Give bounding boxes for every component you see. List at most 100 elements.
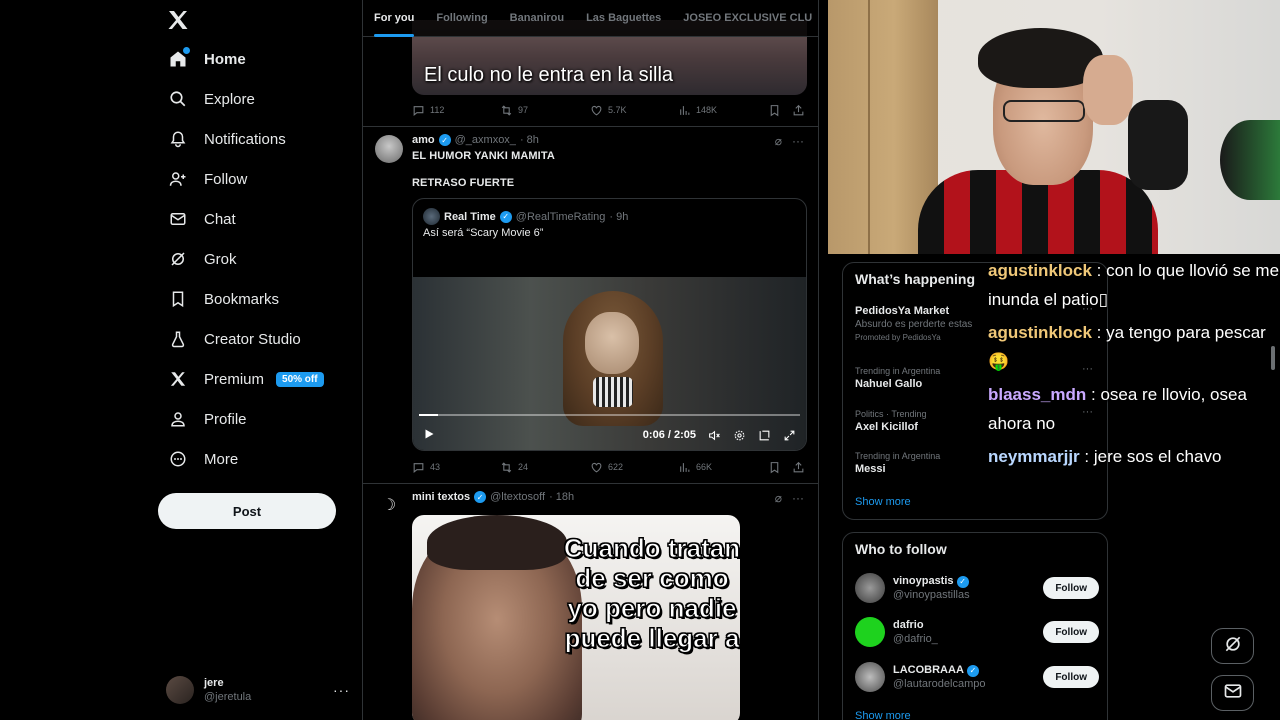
nav-profile[interactable]: Profile	[160, 399, 255, 439]
nav-home[interactable]: Home	[160, 39, 254, 79]
post-button[interactable]: Post	[158, 493, 336, 529]
repost-button[interactable]: 24	[500, 461, 590, 474]
nav-follow[interactable]: Follow	[160, 159, 255, 199]
share-button[interactable]	[792, 104, 805, 117]
chat-username: agustinklock	[988, 261, 1092, 280]
more-dots-icon[interactable]: ···	[792, 491, 804, 505]
post-image[interactable]: Cuando tratan de ser como yo pero nadie …	[412, 515, 740, 720]
quote-author: Real Time ✓ @RealTimeRating · 9h	[444, 210, 628, 223]
picture-in-picture-icon[interactable]	[757, 428, 771, 442]
like-count: 5.7K	[608, 105, 627, 115]
post-tools: ⌀ ···	[775, 134, 804, 148]
grok-icon[interactable]: ⌀	[775, 134, 782, 148]
settings-icon[interactable]	[732, 428, 746, 442]
nav-label: More	[204, 450, 239, 468]
follow-suggestion[interactable]: LACOBRAAA ✓ @lautarodelcampo Follow	[855, 661, 1099, 693]
nav-label: Grok	[204, 250, 237, 268]
main-feed: El culo no le entra en la silla 112 97 5…	[362, 0, 819, 720]
nav-notifications[interactable]: Notifications	[160, 119, 294, 159]
x-logo-icon[interactable]	[166, 8, 190, 32]
bookmark-icon	[770, 104, 779, 116]
tab-for-you[interactable]: For you	[363, 0, 425, 37]
video-progress-bar[interactable]	[419, 414, 800, 416]
post-text: EL HUMOR YANKI MAMITA	[412, 150, 555, 162]
author-handle[interactable]: @ltextosoff	[490, 491, 545, 503]
avatar	[855, 573, 885, 603]
post-text: RETRASO FUERTE	[412, 177, 515, 189]
video-frame-face	[585, 312, 639, 374]
follow-button[interactable]: Follow	[1043, 621, 1099, 643]
reply-icon	[413, 105, 424, 116]
nav-chat[interactable]: Chat	[160, 199, 244, 239]
repost-icon	[501, 104, 512, 116]
fullscreen-icon[interactable]	[782, 428, 796, 442]
avatar[interactable]	[375, 135, 403, 163]
tab-joseo-exclusive[interactable]: JOSEO EXCLUSIVE CLU	[672, 0, 818, 37]
suggestion-name: dafrio	[893, 619, 924, 631]
divider	[363, 483, 818, 484]
mail-icon	[1223, 681, 1243, 706]
tab-las-baguettes[interactable]: Las Baguettes	[575, 0, 672, 37]
show-more-link[interactable]: Show more	[855, 710, 911, 720]
video-progress-fill	[419, 414, 439, 416]
x-logo-icon	[168, 369, 188, 389]
media-caption: El culo no le entra en la silla	[424, 64, 674, 86]
scrollbar-thumb[interactable]	[1271, 346, 1275, 370]
grok-icon[interactable]: ⌀	[775, 491, 782, 505]
views-button[interactable]: 148K	[678, 104, 768, 117]
play-icon[interactable]	[423, 428, 435, 443]
follow-button[interactable]: Follow	[1043, 666, 1099, 688]
share-button[interactable]	[792, 461, 805, 474]
more-dots-icon[interactable]: ···	[792, 134, 804, 148]
who-to-follow-panel: Who to follow vinoypastis ✓ @vinoypastil…	[842, 532, 1108, 720]
verified-badge-icon: ✓	[956, 576, 969, 588]
author-name[interactable]: amo	[412, 134, 435, 146]
nav-explore[interactable]: Explore	[160, 79, 263, 119]
verified-badge-icon: ✓	[966, 665, 979, 677]
quote-text: Así será “Scary Movie 6”	[423, 227, 544, 239]
views-button[interactable]: 66K	[678, 461, 768, 474]
tab-following[interactable]: Following	[425, 0, 498, 37]
like-button[interactable]: 622	[590, 461, 678, 474]
bookmark-button[interactable]	[768, 104, 792, 117]
cam-glasses	[1003, 100, 1085, 122]
nav-premium[interactable]: Premium 50% off	[160, 359, 332, 399]
show-more-link[interactable]: Show more	[855, 496, 911, 508]
nav-more[interactable]: More	[160, 439, 246, 479]
chat-message: blaass_mdn : osea re llovio, osea ahora …	[988, 380, 1280, 438]
account-name: jere	[204, 677, 224, 689]
messages-fab-button[interactable]	[1211, 675, 1254, 711]
follow-suggestion[interactable]: dafrio @dafrio_ Follow	[855, 616, 1099, 648]
post-time[interactable]: · 8h	[520, 134, 539, 146]
view-count: 148K	[696, 105, 718, 115]
panel-title: What’s happening	[855, 271, 976, 287]
nav-grok[interactable]: Grok	[160, 239, 245, 279]
bookmark-button[interactable]	[768, 461, 792, 474]
avatar	[855, 617, 885, 647]
nav-label: Premium	[204, 370, 265, 388]
author-name[interactable]: mini textos	[412, 491, 470, 503]
reply-button[interactable]: 112	[412, 104, 500, 117]
repost-button[interactable]: 97	[500, 104, 590, 117]
follow-button[interactable]: Follow	[1043, 577, 1099, 599]
post-time[interactable]: · 18h	[549, 491, 574, 503]
follow-suggestion[interactable]: vinoypastis ✓ @vinoypastillas Follow	[855, 572, 1099, 604]
nav-creator-studio[interactable]: Creator Studio	[160, 319, 309, 359]
quoted-post[interactable]: Real Time ✓ @RealTimeRating · 9h Así ser…	[412, 198, 807, 451]
moon-avatar-icon[interactable]: ☽	[375, 491, 403, 519]
account-info: jere @jeretula	[204, 676, 251, 704]
volume-muted-icon[interactable]	[707, 428, 721, 442]
grok-icon	[168, 249, 188, 269]
video-time: 0:06 / 2:05	[642, 429, 696, 441]
tab-bananirou[interactable]: Bananirou	[499, 0, 575, 37]
nav-bookmarks[interactable]: Bookmarks	[160, 279, 287, 319]
bookmark-icon	[770, 461, 779, 473]
author-handle[interactable]: @_axmxox_	[455, 134, 516, 146]
reply-button[interactable]: 43	[412, 461, 500, 474]
video-player[interactable]: 0:06 / 2:05	[413, 277, 806, 450]
like-button[interactable]: 5.7K	[590, 104, 678, 117]
nav-label: Notifications	[204, 130, 286, 148]
account-switcher[interactable]: jere @jeretula ···	[166, 672, 350, 708]
more-dots-icon[interactable]: ···	[333, 682, 350, 698]
grok-fab-button[interactable]	[1211, 628, 1254, 664]
